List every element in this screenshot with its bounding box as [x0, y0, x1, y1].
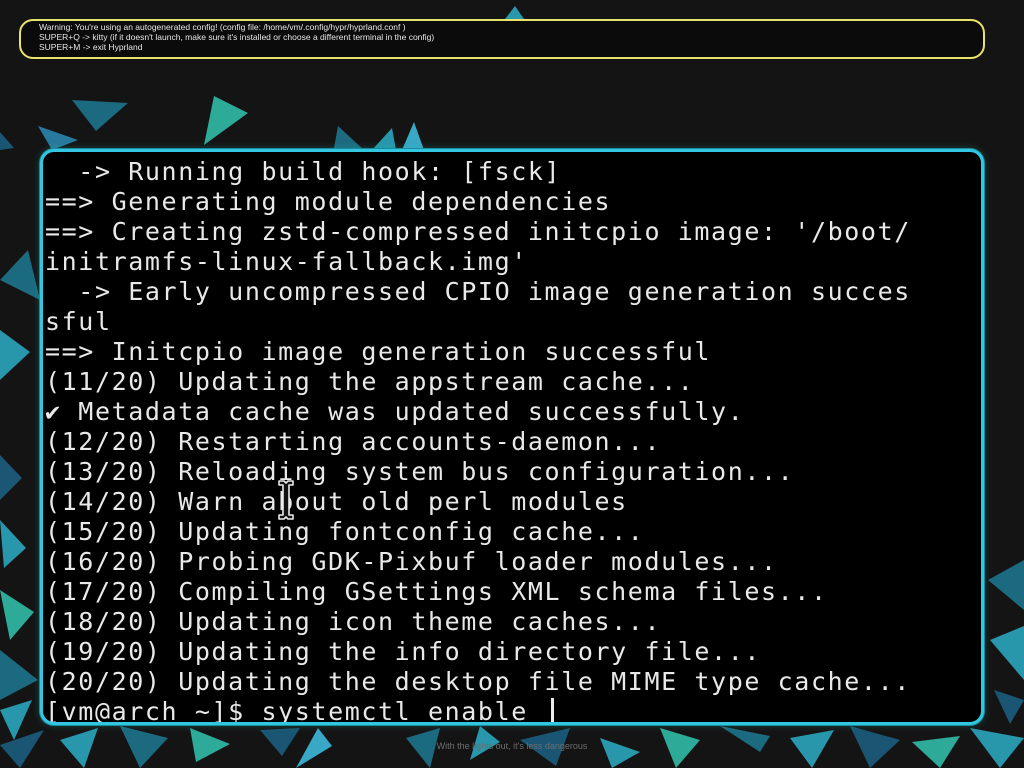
terminal-line: (17/20) Compiling GSettings XML schema f…	[45, 577, 828, 606]
terminal-line: -> Early uncompressed CPIO image generat…	[45, 277, 911, 306]
terminal-line: -> Running build hook: [fsck]	[45, 157, 562, 186]
terminal-line: (15/20) Updating fontconfig cache...	[45, 517, 645, 546]
terminal-line: initramfs-linux-fallback.img'	[45, 247, 528, 276]
terminal-line: ✔ Metadata cache was updated successfull…	[45, 397, 745, 426]
shell-prompt: [vm@arch ~]$	[45, 697, 262, 725]
notification-line-3: SUPER+M -> exit Hyprland	[39, 42, 143, 52]
notification-line-1: Warning: You're using an autogenerated c…	[39, 22, 406, 32]
terminal-line: (20/20) Updating the desktop file MIME t…	[45, 667, 911, 696]
ibeam-cursor-icon	[278, 480, 294, 520]
terminal-line: ==> Creating zstd-compressed initcpio im…	[45, 217, 911, 246]
command-input[interactable]: systemctl enable	[261, 697, 544, 722]
terminal-line: (11/20) Updating the appstream cache...	[45, 367, 695, 396]
terminal-line: (14/20) Warn about old perl modules	[45, 487, 628, 516]
text-cursor	[550, 698, 554, 722]
terminal-line: (19/20) Updating the info directory file…	[45, 637, 762, 666]
terminal-line: (13/20) Reloading system bus configurati…	[45, 457, 795, 486]
terminal-line: (18/20) Updating icon theme caches...	[45, 607, 662, 636]
terminal-line: (16/20) Probing GDK-Pixbuf loader module…	[45, 547, 778, 576]
notification-line-2: SUPER+Q -> kitty (if it doesn't launch, …	[39, 32, 435, 42]
wallpaper-caption: With the lights out, it's less dangerous	[436, 741, 588, 751]
warning-notification: Warning: You're using an autogenerated c…	[19, 19, 985, 59]
terminal-line: (12/20) Restarting accounts-daemon...	[45, 427, 662, 456]
terminal-line: sful	[45, 307, 112, 336]
terminal-output[interactable]: -> Running build hook: [fsck] ==> Genera…	[45, 157, 981, 725]
command-prompt-line[interactable]: [vm@arch ~]$ systemctl enable	[45, 697, 981, 725]
terminal-line: ==> Initcpio image generation successful	[45, 337, 712, 366]
terminal-line: ==> Generating module dependencies	[45, 187, 612, 216]
terminal-window[interactable]: -> Running build hook: [fsck] ==> Genera…	[40, 149, 984, 725]
